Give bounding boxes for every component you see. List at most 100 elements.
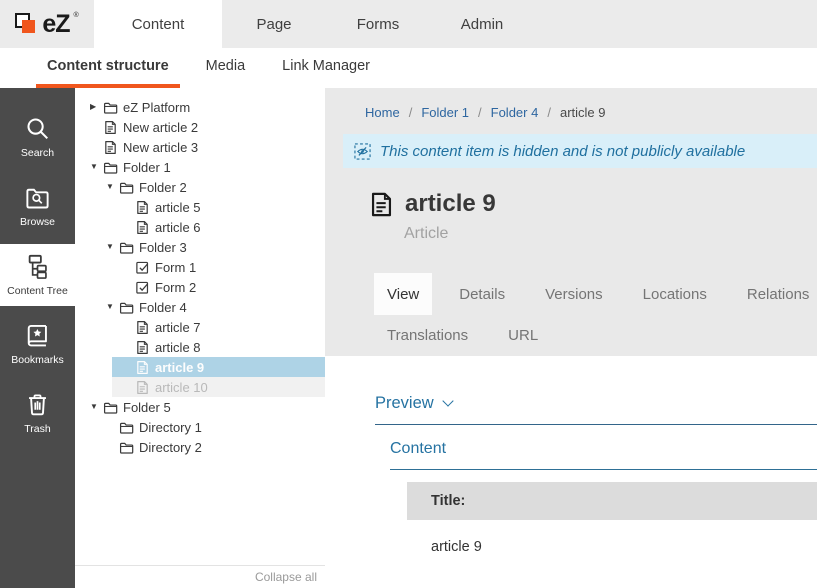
folder-icon: [119, 420, 134, 435]
tree-item[interactable]: Directory 1: [106, 417, 325, 437]
main-nav-tab-label: Content: [132, 16, 185, 33]
tab-view[interactable]: View: [374, 273, 432, 315]
tree-item[interactable]: Form 2: [122, 277, 325, 297]
content-type-label: Article: [404, 223, 817, 245]
folder-icon: [103, 160, 118, 175]
field-value-row: article 9: [407, 520, 817, 575]
tree-item[interactable]: article 6: [122, 217, 325, 237]
tab-locations[interactable]: Locations: [630, 273, 720, 315]
tree-item[interactable]: ▼ Folder 4: [106, 297, 325, 317]
sidebar-item-search[interactable]: Search: [0, 106, 75, 168]
breadcrumb-separator: /: [547, 105, 551, 120]
content-tabs-row-2: Translations URL: [374, 315, 817, 356]
breadcrumb-link-folder-4[interactable]: Folder 4: [491, 105, 539, 120]
bookmarks-icon: [24, 322, 51, 349]
tree-footer: Collapse all: [75, 565, 325, 588]
content-tree-icon: [24, 253, 51, 280]
tree-item[interactable]: ▼ Folder 3: [106, 237, 325, 257]
tab-label: Details: [459, 286, 505, 303]
browse-icon: [24, 184, 51, 211]
tree-item[interactable]: ▶ eZ Platform: [90, 97, 325, 117]
tree-item[interactable]: Form 1: [122, 257, 325, 277]
main-nav-tab-content[interactable]: Content: [94, 0, 222, 48]
tab-label: URL: [508, 327, 538, 344]
breadcrumb-separator: /: [409, 105, 413, 120]
tree-item-selected[interactable]: article 9: [112, 357, 325, 377]
main-content: Home / Folder 1 / Folder 4 / article 9 T…: [325, 88, 817, 588]
hidden-eye-icon: [354, 143, 371, 160]
section-tab-label: Media: [206, 58, 246, 74]
form-icon: [135, 280, 150, 295]
tree-item[interactable]: ▼ Folder 1: [90, 157, 325, 177]
breadcrumb-link-folder-1[interactable]: Folder 1: [421, 105, 469, 120]
tree-item-label: Directory 2: [139, 440, 202, 455]
sidebar-item-bookmarks[interactable]: Bookmarks: [0, 313, 75, 375]
tree-item[interactable]: article 8: [122, 337, 325, 357]
tree-item[interactable]: ▼ Folder 5: [90, 397, 325, 417]
triangle-right-icon[interactable]: ▶: [90, 97, 103, 117]
section-tab-media[interactable]: Media: [195, 48, 257, 88]
main-nav-tab-admin[interactable]: Admin: [430, 0, 534, 48]
triangle-down-icon[interactable]: ▼: [90, 157, 103, 177]
folder-icon: [103, 400, 118, 415]
tab-translations[interactable]: Translations: [374, 315, 481, 356]
sidebar-item-trash[interactable]: Trash: [0, 382, 75, 444]
triangle-down-icon[interactable]: ▼: [106, 177, 119, 197]
content-section-heading: Content: [390, 438, 817, 470]
page-title: article 9: [405, 189, 496, 219]
triangle-down-icon[interactable]: ▼: [90, 397, 103, 417]
article-icon: [135, 380, 150, 395]
article-icon: [368, 189, 395, 220]
tree-item-label: New article 3: [123, 140, 198, 155]
tree-item-label: article 10: [155, 380, 208, 395]
form-icon: [135, 260, 150, 275]
folder-icon: [119, 440, 134, 455]
tab-url[interactable]: URL: [495, 315, 551, 356]
article-icon: [103, 140, 118, 155]
folder-icon: [119, 300, 134, 315]
main-nav-tab-forms[interactable]: Forms: [326, 0, 430, 48]
article-icon: [135, 320, 150, 335]
hidden-notice-banner: This content item is hidden and is not p…: [343, 134, 817, 168]
view-tab-body: Preview Content Title: article 9: [325, 392, 817, 575]
main-nav-tab-page[interactable]: Page: [222, 0, 326, 48]
section-tab-content-structure[interactable]: Content structure: [36, 48, 180, 88]
tab-label: Translations: [387, 327, 468, 344]
main-nav-tab-label: Admin: [461, 16, 504, 33]
chevron-down-icon: [442, 395, 453, 406]
tree-item[interactable]: article 7: [122, 317, 325, 337]
tree-item[interactable]: New article 3: [90, 137, 325, 157]
collapse-all-button[interactable]: Collapse all: [255, 570, 317, 584]
tree-item[interactable]: Directory 2: [106, 437, 325, 457]
tab-versions[interactable]: Versions: [532, 273, 616, 315]
tree-item-label: Folder 3: [139, 240, 187, 255]
ez-logo-icon: [15, 13, 38, 36]
tree-item-hidden[interactable]: article 10: [112, 377, 325, 397]
tab-label: Versions: [545, 286, 603, 303]
tree-item[interactable]: New article 2: [90, 117, 325, 137]
section-tab-link-manager[interactable]: Link Manager: [271, 48, 381, 88]
preview-section-label: Preview: [375, 392, 434, 414]
tab-details[interactable]: Details: [446, 273, 518, 315]
ez-logo[interactable]: eZ ®: [0, 0, 94, 48]
breadcrumb-separator: /: [478, 105, 482, 120]
article-icon: [135, 360, 150, 375]
triangle-down-icon[interactable]: ▼: [106, 237, 119, 257]
sidebar-item-content-tree[interactable]: Content Tree: [0, 244, 75, 306]
tree-item-label: Directory 1: [139, 420, 202, 435]
triangle-down-icon[interactable]: ▼: [106, 297, 119, 317]
page-title-row: article 9: [368, 189, 817, 220]
tab-relations[interactable]: Relations: [734, 273, 817, 315]
breadcrumb-link-home[interactable]: Home: [365, 105, 400, 120]
sidebar-item-browse[interactable]: Browse: [0, 175, 75, 237]
preview-section-toggle[interactable]: Preview: [375, 392, 817, 425]
top-bar: eZ ® Content Page Forms Admin: [0, 0, 817, 48]
tree-item-label: eZ Platform: [123, 100, 190, 115]
tab-label: Locations: [643, 286, 707, 303]
tree-item[interactable]: ▼ Folder 2: [106, 177, 325, 197]
main-nav-tab-label: Page: [256, 16, 291, 33]
tree-item-label: Form 1: [155, 260, 196, 275]
tree-item[interactable]: article 5: [122, 197, 325, 217]
field-label: Title:: [431, 493, 465, 509]
tree-item-label: Folder 2: [139, 180, 187, 195]
